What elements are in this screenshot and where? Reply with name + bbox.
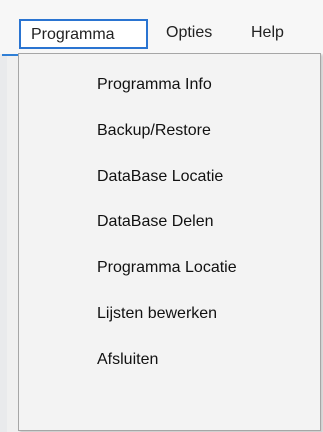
menu-bar: Programma Opties Help xyxy=(0,0,323,56)
window-left-edge xyxy=(0,0,7,432)
menu-item-backup-restore[interactable]: Backup/Restore xyxy=(97,116,211,146)
programma-dropdown-menu: Programma Info Backup/Restore DataBase L… xyxy=(18,53,321,431)
menu-item-programma-info[interactable]: Programma Info xyxy=(97,70,212,100)
menu-programma[interactable]: Programma xyxy=(19,19,148,49)
menu-opties[interactable]: Opties xyxy=(166,19,212,49)
menu-help[interactable]: Help xyxy=(251,19,284,49)
menu-item-database-locatie[interactable]: DataBase Locatie xyxy=(97,162,223,192)
menu-item-lijsten-bewerken[interactable]: Lijsten bewerken xyxy=(97,299,217,329)
menu-item-programma-locatie[interactable]: Programma Locatie xyxy=(97,253,237,283)
focus-indicator xyxy=(2,54,18,56)
menu-item-afsluiten[interactable]: Afsluiten xyxy=(97,345,158,375)
menu-item-database-delen[interactable]: DataBase Delen xyxy=(97,207,214,237)
